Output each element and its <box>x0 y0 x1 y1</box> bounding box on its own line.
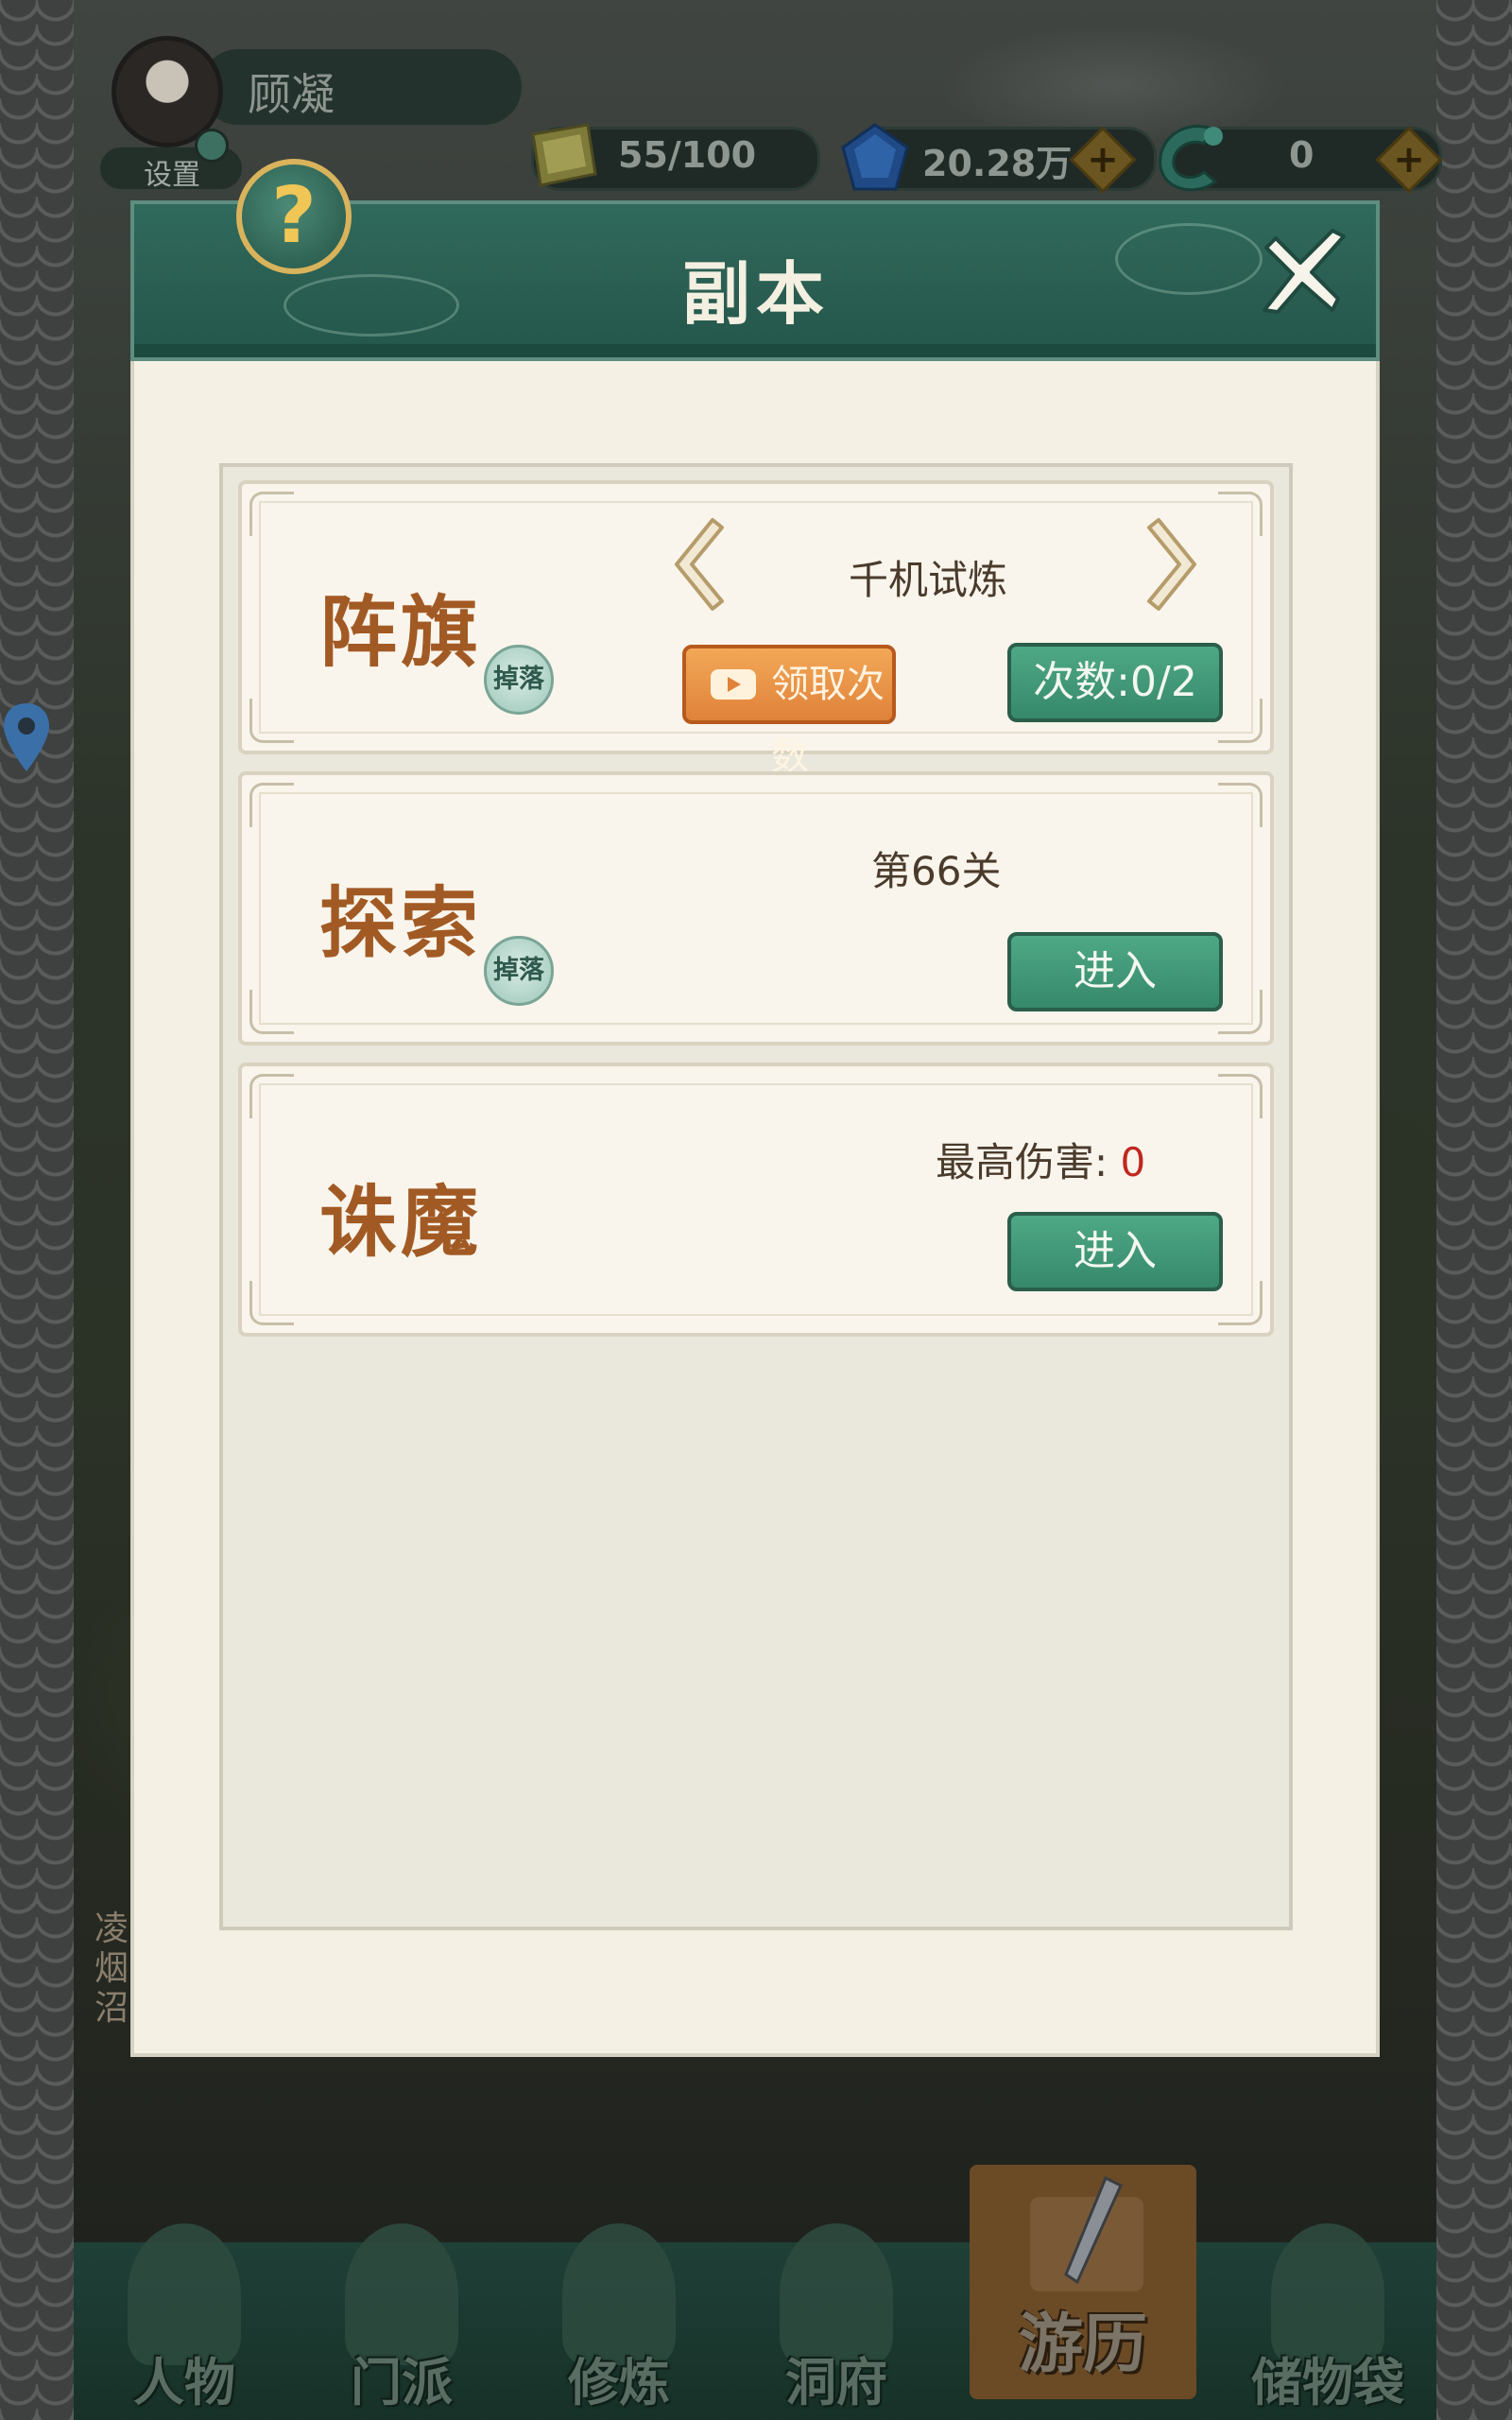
nav-item-cave[interactable]: 洞府 <box>747 2223 926 2420</box>
card-title: 阵旗 <box>319 588 483 678</box>
claim-attempts-button[interactable]: 领取次数 <box>682 645 896 778</box>
nav-item-travel[interactable]: 游历 <box>970 2291 1196 2385</box>
stamina-value: 55/100 <box>618 134 757 176</box>
nav-item-label: 修炼 <box>568 2353 670 2412</box>
max-damage-label: 最高伤害: <box>936 1139 1108 1185</box>
video-icon <box>711 669 756 700</box>
right-frame-border <box>1436 0 1512 2420</box>
chevron-right-icon[interactable] <box>1138 512 1204 616</box>
close-icon[interactable] <box>1246 219 1355 329</box>
nav-item-label: 洞府 <box>785 2353 887 2412</box>
enter-demon-slaying-button[interactable]: 进入 <box>1007 1212 1223 1291</box>
question-mark-icon: ? <box>271 171 317 261</box>
corner-ornament <box>249 492 294 536</box>
nav-item-cultivation[interactable]: 修炼 <box>529 2223 709 2420</box>
left-frame-border <box>0 0 74 2420</box>
corner-ornament <box>249 1074 294 1118</box>
dialog-header-divider <box>134 344 1376 357</box>
card-title: 诛魔 <box>319 1178 483 1268</box>
location-pin-icon[interactable] <box>0 700 53 775</box>
corner-ornament <box>249 783 294 827</box>
corner-ornament <box>1218 990 1263 1034</box>
jade-value: 0 <box>1289 134 1314 176</box>
drop-badge-label: 掉落 <box>493 665 544 694</box>
card-title: 探索 <box>319 879 483 969</box>
jade-icon <box>1159 125 1223 192</box>
help-button[interactable]: ? <box>236 159 352 274</box>
map-location-label[interactable]: 凌烟沼 <box>94 1910 132 2029</box>
nav-item-character[interactable]: 人物 <box>94 2223 274 2420</box>
drop-badge[interactable]: 掉落 <box>484 645 554 715</box>
nav-item-label: 门派 <box>351 2353 453 2412</box>
corner-ornament <box>249 990 294 1034</box>
corner-ornament <box>1218 1281 1263 1325</box>
corner-ornament <box>1218 492 1263 536</box>
plus-icon: + <box>1087 138 1119 182</box>
max-damage-row: 最高伤害: 0 <box>936 1131 1145 1188</box>
corner-ornament <box>1218 783 1263 827</box>
plus-icon: + <box>1393 138 1425 182</box>
corner-ornament <box>1218 1074 1263 1118</box>
chevron-left-icon[interactable] <box>667 512 733 616</box>
spirit-stone-value: 20.28万 <box>922 143 1073 184</box>
drop-badge[interactable]: 掉落 <box>484 936 554 1006</box>
nav-item-storage-bag[interactable]: 储物袋 <box>1238 2223 1418 2420</box>
player-name: 顾凝 <box>248 69 335 120</box>
nav-item-label: 储物袋 <box>1251 2353 1404 2412</box>
attempt-count-button[interactable]: 次数:0/2 <box>1007 643 1223 722</box>
stage-level: 第66关 <box>871 848 1002 894</box>
max-damage-value: 0 <box>1120 1139 1146 1185</box>
corner-ornament <box>249 699 294 743</box>
spirit-stone-icon <box>841 123 909 191</box>
settings-label: 设置 <box>144 159 200 192</box>
nav-item-sect[interactable]: 门派 <box>312 2223 491 2420</box>
corner-ornament <box>249 1281 294 1325</box>
drop-badge-label: 掉落 <box>493 956 544 985</box>
stamina-scroll-icon <box>531 123 597 187</box>
corner-ornament <box>1218 699 1263 743</box>
nav-item-label: 人物 <box>133 2353 235 2412</box>
stage-name: 千机试炼 <box>849 557 1008 603</box>
enter-explore-button[interactable]: 进入 <box>1007 932 1223 1011</box>
travel-sword-scroll-icon <box>1030 2175 1143 2291</box>
